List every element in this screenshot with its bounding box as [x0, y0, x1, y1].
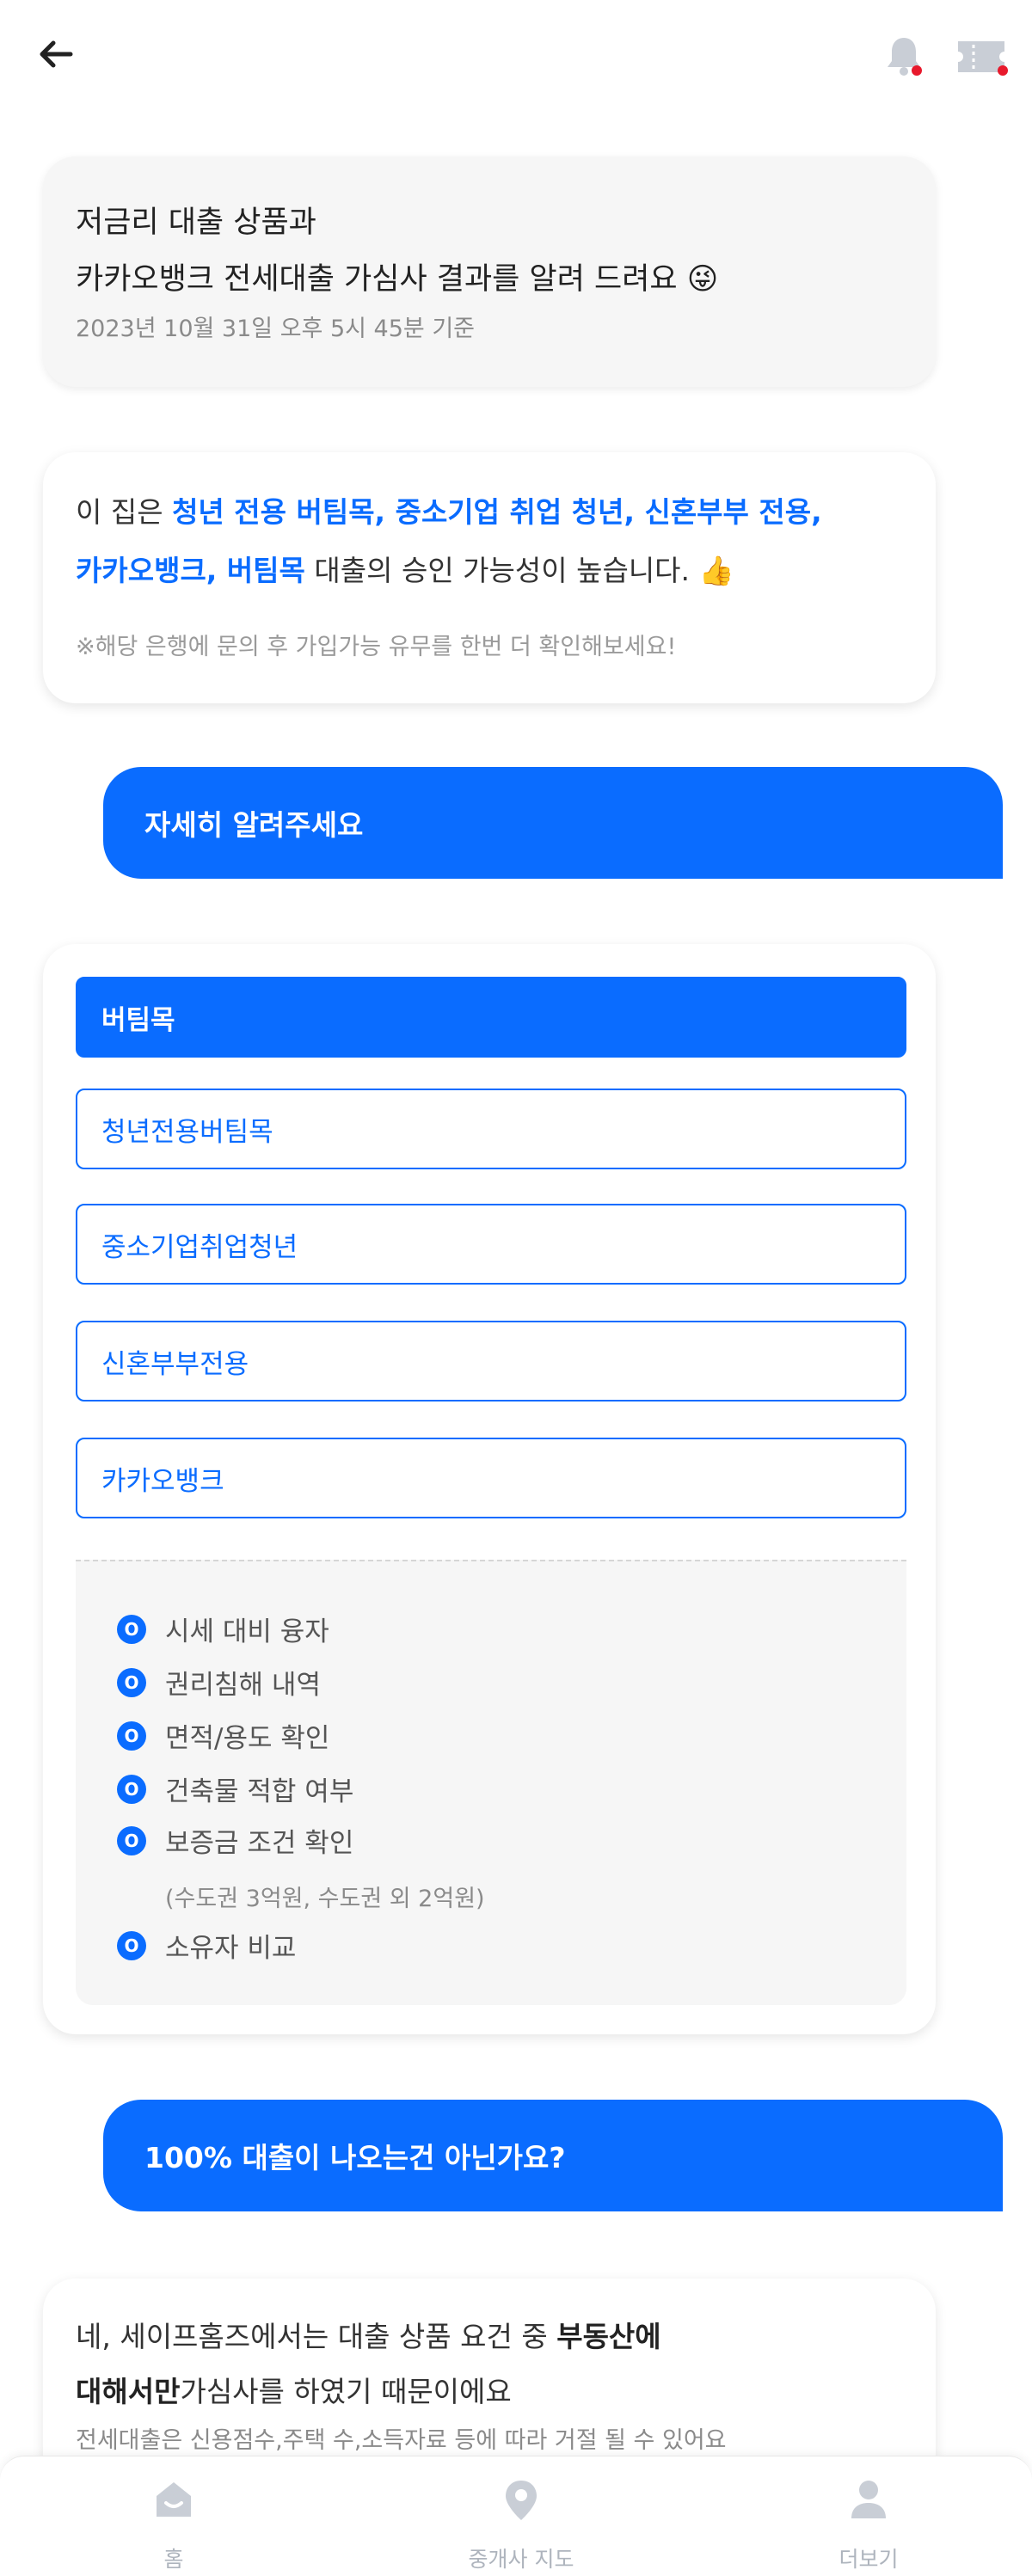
check-circle-icon: O — [117, 1930, 146, 1960]
answer-part1: 네, 세이프홈즈에서는 대출 상품 요건 중 — [76, 2320, 557, 2353]
product-label: 버팀목 — [101, 1004, 175, 1036]
summary-title-line2: 카카오뱅크 전세대출 가심사 결과를 알려 드려요 😜 — [76, 262, 719, 297]
answer-note: 전세대출은 신용점수,주택 수,소득자료 등에 따라 거절 될 수 있어요 — [76, 2427, 727, 2454]
check-label: 권리침해 내역 — [165, 1670, 321, 1701]
summary-title: 저금리 대출 상품과 카카오뱅크 전세대출 가심사 결과를 알려 드려요 😜 — [76, 194, 918, 308]
check-label: 면적/용도 확인 — [165, 1723, 330, 1754]
product-sme-youth[interactable]: 중소기업취업청년 — [76, 1204, 906, 1285]
product-label: 중소기업취업청년 — [101, 1231, 298, 1263]
person-icon — [851, 2481, 886, 2518]
approval-prefix: 이 집은 — [76, 495, 173, 529]
check-circle-icon: O — [117, 1774, 146, 1804]
product-beotimmok[interactable]: 버팀목 — [76, 977, 906, 1058]
check-circle-icon: O — [117, 1614, 146, 1644]
detail-question-bubble[interactable]: 자세히 알려주세요 — [103, 767, 1003, 879]
notification-badge — [912, 65, 922, 76]
approval-suffix: 대출의 승인 가능성이 높습니다. 👍 — [304, 554, 734, 587]
full-loan-question-text: 100% 대출이 나오는건 아닌가요? — [144, 2141, 566, 2174]
check-item: O 건축물 적합 여부 — [117, 1769, 353, 1808]
ticket-button[interactable] — [955, 36, 1008, 77]
check-list: O 시세 대비 융자 O 권리침해 내역 O 면적/용도 확인 O 건축물 적합… — [76, 1560, 906, 2005]
answer-bold2: 대해서만 — [76, 2375, 181, 2408]
approval-card: 이 집은 청년 전용 버팀목, 중소기업 취업 청년, 신혼부부 전용, 카카오뱅… — [43, 452, 936, 703]
check-item: O 보증금 조건 확인 — [117, 1821, 353, 1860]
approval-loan-list-1: 청년 전용 버팀목, 중소기업 취업 청년, 신혼부부 전용, — [172, 495, 822, 529]
product-label: 청년전용버팀목 — [101, 1116, 273, 1148]
nav-agent-map-label: 중개사 지도 — [468, 2547, 574, 2572]
nav-home-label: 홈 — [163, 2547, 184, 2572]
arrow-left-icon — [40, 40, 73, 68]
approval-message: 이 집은 청년 전용 버팀목, 중소기업 취업 청년, 신혼부부 전용, 카카오뱅… — [76, 483, 927, 600]
nav-home[interactable]: 홈 — [71, 2456, 277, 2576]
deposit-condition-note: (수도권 3억원, 수도권 외 2억원) — [165, 1886, 485, 1912]
check-circle-icon: O — [117, 1825, 146, 1855]
answer-bold1: 부동산에 — [556, 2320, 661, 2353]
loan-products-card: 버팀목 청년전용버팀목 중소기업취업청년 신혼부부전용 카카오뱅크 O 시세 대… — [43, 944, 936, 2034]
product-youth-beotimmok[interactable]: 청년전용버팀목 — [76, 1089, 906, 1169]
check-label: 보증금 조건 확인 — [165, 1828, 354, 1859]
nav-more[interactable]: 더보기 — [765, 2456, 972, 2576]
check-item: O 소유자 비교 — [117, 1926, 296, 1965]
approval-loan-list-2: 카카오뱅크, 버팀목 — [76, 554, 305, 587]
product-label: 카카오뱅크 — [101, 1465, 224, 1497]
bottom-navigation: 홈 중개사 지도 더보기 — [0, 2456, 1032, 2576]
home-icon — [157, 2482, 191, 2517]
summary-title-line1: 저금리 대출 상품과 — [76, 205, 316, 240]
nav-more-label: 더보기 — [838, 2547, 899, 2572]
check-circle-icon: O — [117, 1667, 146, 1697]
check-item: O 권리침해 내역 — [117, 1663, 321, 1702]
check-item: O 시세 대비 융자 — [117, 1610, 329, 1648]
answer-message: 네, 세이프홈즈에서는 대출 상품 요건 중 부동산에대해서만가심사를 하였기 … — [76, 2309, 927, 2420]
check-label: 소유자 비교 — [165, 1933, 297, 1964]
answer-part2: 가심사를 하였기 때문이에요 — [180, 2375, 512, 2408]
approval-note: ※해당 은행에 문의 후 가입가능 유무를 한번 더 확인해보세요! — [76, 634, 677, 660]
nav-agent-map[interactable]: 중개사 지도 — [418, 2456, 624, 2576]
summary-card: 저금리 대출 상품과 카카오뱅크 전세대출 가심사 결과를 알려 드려요 😜 2… — [43, 156, 936, 387]
full-loan-question-bubble[interactable]: 100% 대출이 나오는건 아닌가요? — [103, 2100, 1003, 2211]
check-circle-icon: O — [117, 1720, 146, 1751]
map-pin-icon — [506, 2481, 537, 2520]
summary-date: 2023년 10월 31일 오후 5시 45분 기준 — [76, 316, 476, 342]
check-label: 건축물 적합 여부 — [165, 1776, 354, 1807]
back-button[interactable] — [34, 33, 77, 76]
check-label: 시세 대비 융자 — [165, 1616, 329, 1647]
product-label: 신혼부부전용 — [101, 1348, 249, 1380]
ticket-badge — [998, 65, 1008, 76]
detail-question-text: 자세히 알려주세요 — [144, 808, 364, 842]
notification-button[interactable] — [884, 34, 924, 77]
product-newlywed[interactable]: 신혼부부전용 — [76, 1321, 906, 1401]
product-kakaobank[interactable]: 카카오뱅크 — [76, 1438, 906, 1518]
check-item: O 면적/용도 확인 — [117, 1716, 329, 1755]
